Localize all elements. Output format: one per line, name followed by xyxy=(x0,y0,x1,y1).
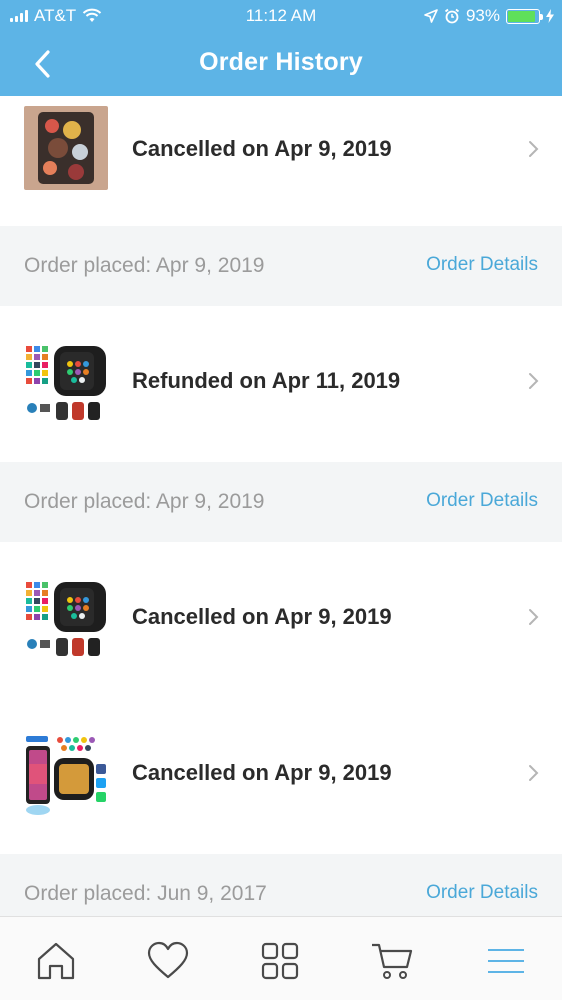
order-details-link[interactable]: Order Details xyxy=(426,882,538,904)
smartwatch-image xyxy=(24,578,108,662)
chevron-right-icon xyxy=(529,765,539,781)
heart-icon[interactable] xyxy=(146,939,190,983)
header: AT&T 11:12 AM 93% Order History xyxy=(0,0,562,96)
battery-percent: 93% xyxy=(465,6,500,25)
order-placed-date: Order placed: Apr 9, 2019 xyxy=(24,490,265,513)
chevron-right-icon xyxy=(529,609,539,625)
order-placed-date: Order placed: Apr 9, 2019 xyxy=(24,254,265,277)
order-row[interactable]: Cancelled on Apr 9, 2019 xyxy=(0,698,562,854)
order-row[interactable]: Cancelled on Apr 9, 2019 xyxy=(0,542,562,698)
status-bar: AT&T 11:12 AM 93% xyxy=(0,0,562,34)
order-status: Cancelled on Apr 9, 2019 xyxy=(132,760,392,785)
order-status: Cancelled on Apr 9, 2019 xyxy=(132,604,392,629)
order-status: Refunded on Apr 11, 2019 xyxy=(132,368,401,393)
tab-bar xyxy=(0,916,562,1000)
order-group-header: Order placed: Jun 9, 2017 Order Details xyxy=(0,854,562,916)
order-row[interactable]: Cancelled on Apr 9, 2019 xyxy=(0,96,562,226)
order-list[interactable]: Cancelled on Apr 9, 2019 Order placed: A… xyxy=(0,96,562,916)
chevron-right-icon xyxy=(529,373,539,389)
home-icon[interactable] xyxy=(34,939,78,983)
bluetooth-smartwatch-image xyxy=(24,734,108,818)
menu-icon[interactable] xyxy=(484,939,528,983)
grid-icon[interactable] xyxy=(258,939,302,983)
smartwatch-image xyxy=(24,342,108,426)
nav-bar: Order History xyxy=(0,34,562,96)
order-placed-date: Order placed: Jun 9, 2017 xyxy=(24,882,267,905)
order-details-link[interactable]: Order Details xyxy=(426,490,538,512)
phone-case-image xyxy=(24,106,108,190)
location-icon xyxy=(424,9,438,23)
order-group-header: Order placed: Apr 9, 2019 Order Details xyxy=(0,462,562,542)
order-status: Cancelled on Apr 9, 2019 xyxy=(132,136,392,161)
battery-icon xyxy=(506,8,543,24)
chevron-right-icon xyxy=(529,141,539,157)
order-group-header: Order placed: Apr 9, 2019 Order Details xyxy=(0,226,562,306)
alarm-icon xyxy=(444,8,460,24)
charging-icon xyxy=(546,9,554,23)
cart-icon[interactable] xyxy=(370,939,414,983)
order-row[interactable]: Refunded on Apr 11, 2019 xyxy=(0,306,562,462)
order-details-link[interactable]: Order Details xyxy=(426,254,538,276)
page-title: Order History xyxy=(199,48,363,76)
